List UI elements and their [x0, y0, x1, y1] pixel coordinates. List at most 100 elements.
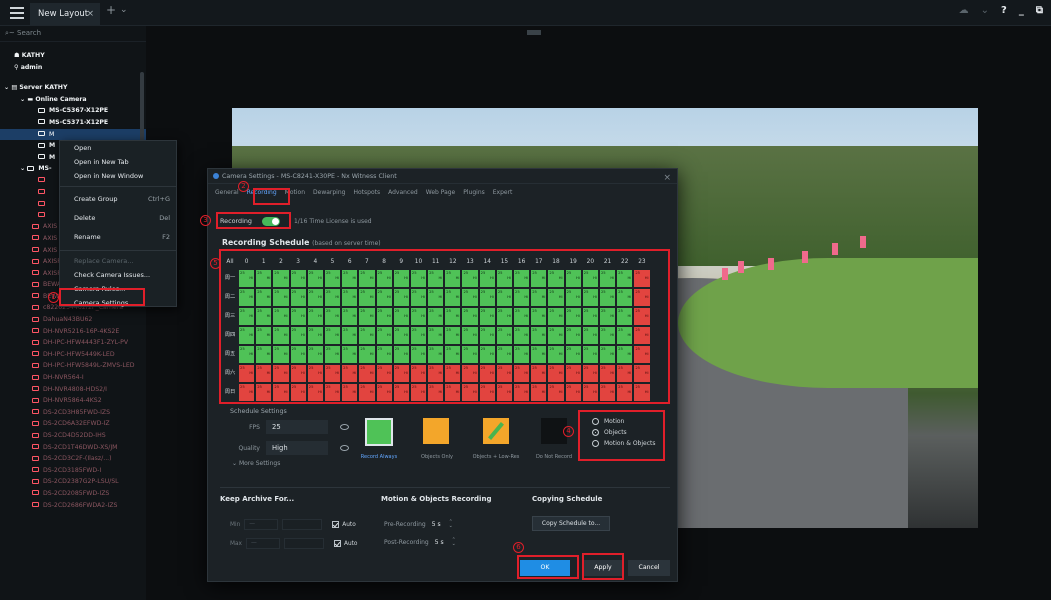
objects-lowres-button[interactable]	[483, 418, 509, 444]
cloud-icon[interactable]: ☁	[959, 5, 969, 16]
tree-item[interactable]: DS-2CD4D52DD-IHS	[0, 430, 146, 442]
menu-item[interactable]: Rename F2	[60, 228, 176, 247]
tab-dewarping[interactable]: Dewarping	[313, 186, 345, 200]
schedule-title: Recording Schedule (based on server time…	[222, 238, 381, 247]
tree-item-selected[interactable]: M	[0, 128, 146, 141]
eye-icon[interactable]	[340, 424, 349, 430]
eye-icon[interactable]	[340, 445, 349, 451]
max-archive-value[interactable]: —	[245, 538, 280, 549]
tree-server[interactable]: ⌄ ▤ Server KATHY	[0, 82, 146, 94]
camera-icon	[38, 154, 45, 160]
tab-layout[interactable]: New Layout 1*×	[30, 3, 100, 41]
add-tab-button[interactable]: +	[106, 3, 116, 17]
close-icon[interactable]: ×	[663, 171, 671, 186]
minimize-button[interactable]: _	[1019, 5, 1024, 16]
annotation-badge: 1	[48, 292, 59, 303]
tree-item[interactable]: DH-NVR5864-4KS2	[0, 395, 146, 407]
tree-item[interactable]: DS-2CD3C2F-(Ilasz/...)	[0, 453, 146, 465]
video-cone	[832, 243, 838, 255]
tree-item-label: DS-2CD3C2F-(Ilasz/...)	[43, 455, 112, 463]
tree-system[interactable]: ☗ KATHY	[0, 50, 146, 62]
tree-item-label: MS-C5367-X12PE	[49, 107, 109, 115]
menu-item[interactable]: Replace Camera...	[60, 254, 176, 268]
more-settings-label: More Settings	[238, 460, 281, 467]
menu-item[interactable]: Delete Del	[60, 209, 176, 228]
pre-recording-stepper[interactable]: 5 s	[432, 521, 441, 528]
post-recording-stepper[interactable]: 5 s	[435, 539, 444, 546]
tab-expert[interactable]: Expert	[493, 186, 513, 200]
menu-item[interactable]: Check Camera Issues...	[60, 268, 176, 282]
tree-item[interactable]: DH-IPC-HFW5449K-LED	[0, 349, 146, 361]
tree-item[interactable]: DS-2CD6A32EFWD-IZ	[0, 418, 146, 430]
annotation-badge: 5	[210, 258, 221, 269]
tree-item[interactable]: DH-NVR4808-HDS2/I	[0, 384, 146, 396]
video-cone	[722, 268, 728, 280]
annotation-box	[578, 410, 665, 461]
menu-item-label: Open	[74, 144, 92, 152]
tab-hotspots[interactable]: Hotspots	[353, 186, 380, 200]
tree-item[interactable]: DS-2CD2387G2P-LSU/SL	[0, 476, 146, 488]
max-archive-unit[interactable]	[283, 538, 324, 549]
tree-item-label: M	[49, 153, 56, 161]
mode-label: Objects + Low-Res	[472, 454, 520, 460]
tree-item[interactable]: DH-NVR564-I	[0, 372, 146, 384]
menu-shortcut: F2	[162, 233, 170, 241]
search-placeholder: Search	[17, 29, 42, 37]
copy-schedule-button[interactable]: Copy Schedule to...	[532, 516, 610, 531]
tree-item[interactable]: DS-2CD3H85FWD-IZS	[0, 407, 146, 419]
tab-general[interactable]: General	[215, 186, 239, 200]
stepper-icon[interactable]: ⌃ ⌄	[449, 520, 453, 529]
tree-item[interactable]: DS-2CD3185FWD-I	[0, 465, 146, 477]
menu-item[interactable]: Create Group Ctrl+G	[60, 190, 176, 209]
mode-label: Record Always	[360, 454, 398, 460]
stepper-icon[interactable]: ⌃ ⌄	[452, 538, 456, 547]
tree-item[interactable]: DahuaN43BU62	[0, 314, 146, 326]
more-settings-toggle[interactable]: ⌄ More Settings	[232, 460, 280, 467]
camera-icon	[32, 478, 39, 484]
post-recording-label: Post-Recording	[384, 538, 429, 546]
online-label: Online Camera	[35, 95, 87, 103]
min-archive-unit[interactable]	[282, 519, 323, 530]
min-auto-checkbox[interactable]	[332, 521, 340, 528]
tree-item[interactable]: MS-C5367-X12PE	[0, 105, 146, 117]
license-text: 1/16 Time License is used	[293, 217, 372, 225]
tree-online-camera[interactable]: ⌄ ▬ Online Camera	[0, 94, 146, 106]
tree-item[interactable]: DS-2CD2686FWDA2-IZS	[0, 500, 146, 512]
tab-advanced[interactable]: Advanced	[388, 186, 418, 200]
tab-plugins[interactable]: Plugins	[463, 186, 485, 200]
fps-stepper[interactable]: 25	[266, 420, 328, 434]
record-always-button[interactable]	[365, 418, 393, 446]
help-button[interactable]: ?	[1001, 5, 1007, 16]
cancel-button[interactable]: Cancel	[628, 560, 670, 576]
tree-item-label: DS-2CD4D52DD-IHS	[43, 432, 106, 439]
tree-item[interactable]: MS-C5371-X12PE	[0, 117, 146, 129]
restore-button[interactable]: ⧉	[1036, 5, 1043, 16]
mode-label: Objects Only	[421, 454, 453, 460]
cloud-menu-icon[interactable]: ⌄	[981, 5, 989, 16]
tree-item[interactable]: DS-2CD1T46DWD-XS/JM	[0, 442, 146, 454]
tree-item[interactable]: DH-IPC-HFW4443F1-ZYL-PV	[0, 337, 146, 349]
min-archive-value[interactable]: —	[244, 519, 279, 530]
camera-icon	[32, 223, 39, 229]
tree-item[interactable]: DH-IPC-HFW5849L-ZMVS-LED	[0, 360, 146, 372]
tree-item-label: M	[49, 130, 55, 138]
menu-item[interactable]: Open in New Tab	[60, 155, 176, 169]
fps-label: FPS	[249, 423, 260, 431]
tree-user[interactable]: ⚲ admin	[0, 62, 146, 74]
menu-item-label: Replace Camera...	[74, 257, 134, 265]
quality-select[interactable]: High	[266, 441, 328, 455]
tab-close-icon[interactable]: ×	[86, 3, 94, 25]
tree-item[interactable]: DS-2CD2085FWD-IZS	[0, 488, 146, 500]
tree-item[interactable]: DH-NVR5216-16P-4KS2E	[0, 326, 146, 338]
camera-icon	[32, 444, 39, 450]
tab-menu-icon[interactable]: ⌄	[120, 5, 128, 15]
menu-item[interactable]: Open in New Window	[60, 169, 176, 183]
menu-item[interactable]: Open	[60, 141, 176, 155]
schedule-note: (based on server time)	[312, 240, 381, 247]
max-auto-checkbox[interactable]	[333, 540, 341, 547]
objects-only-button[interactable]	[423, 418, 449, 444]
tab-web-page[interactable]: Web Page	[426, 186, 456, 200]
main-menu-icon[interactable]	[10, 7, 24, 19]
camera-icon	[38, 142, 45, 148]
search-input[interactable]: ⌕~ Search	[0, 26, 146, 42]
